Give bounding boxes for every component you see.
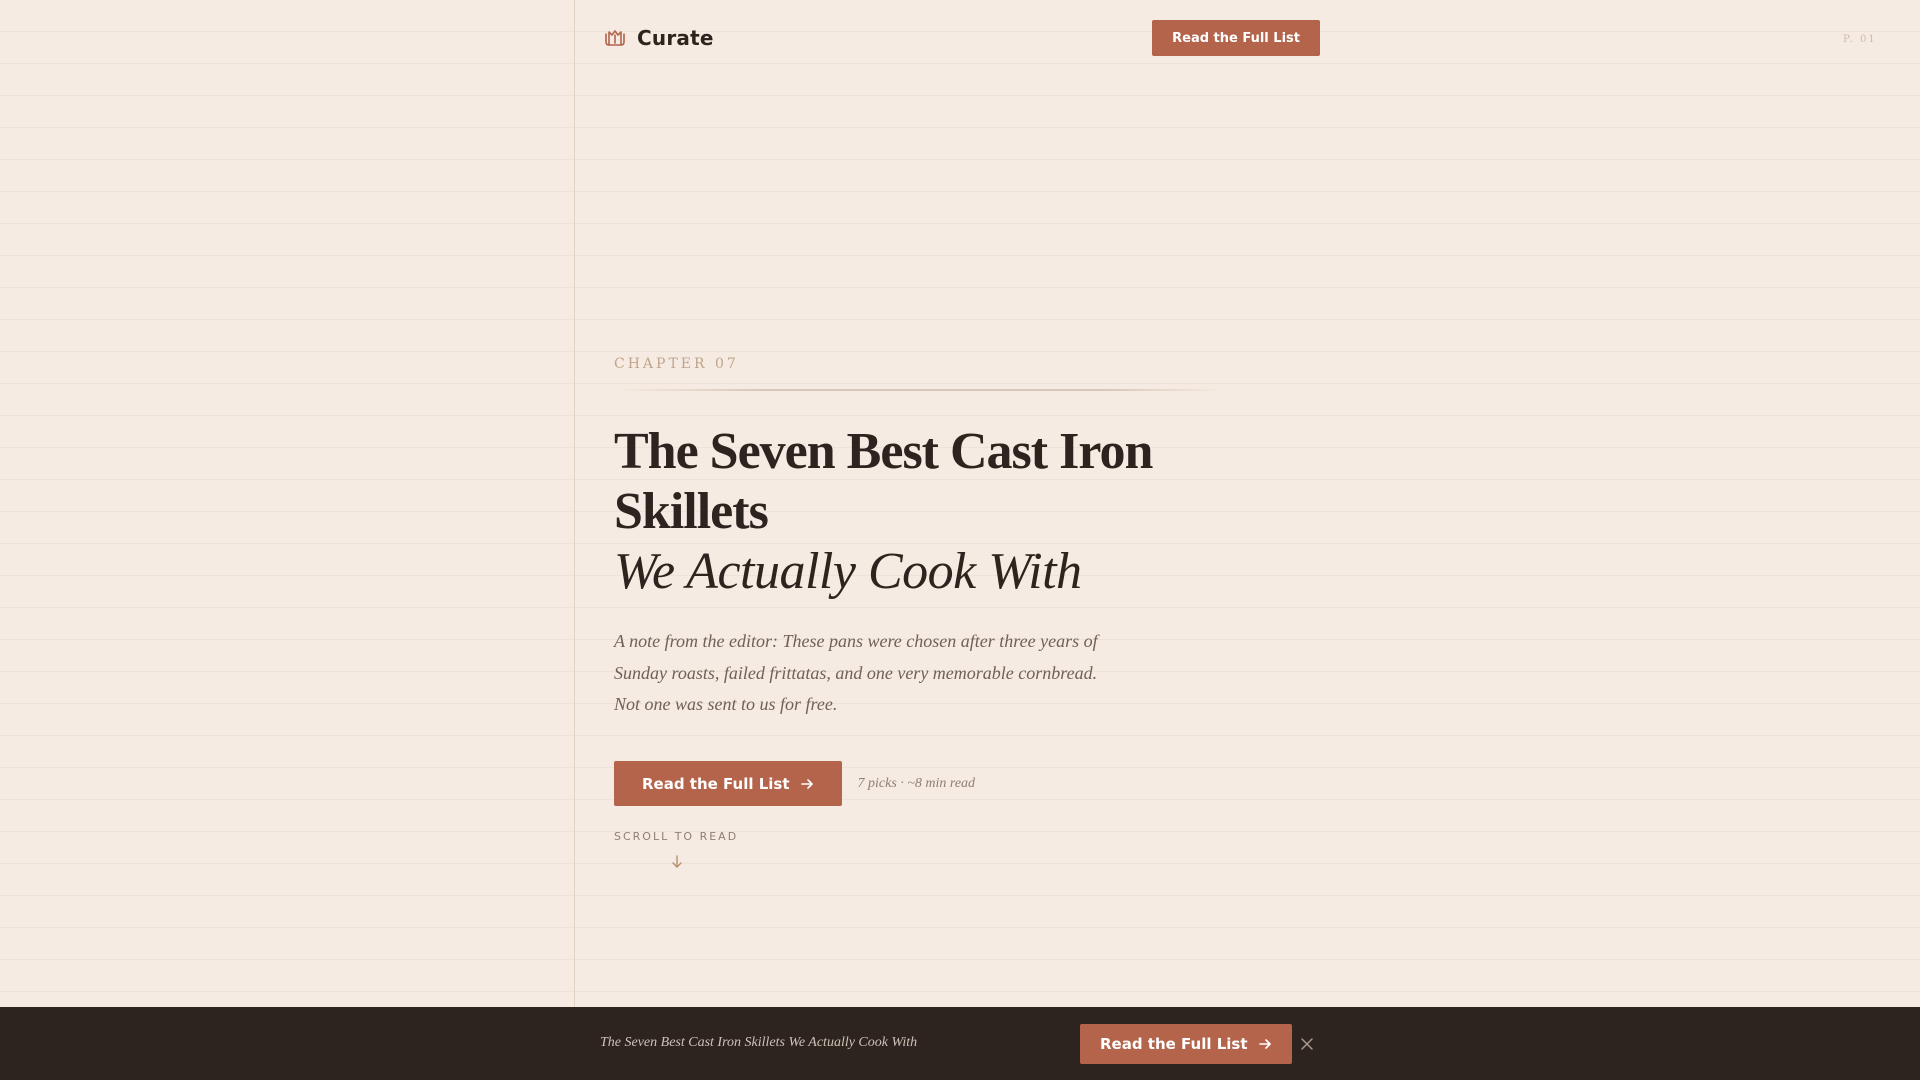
title-line-2: Skillets	[614, 483, 769, 540]
arrow-right-icon	[1258, 1039, 1271, 1049]
site-header: Curate Read the Full List	[603, 20, 1320, 56]
header-read-list-button[interactable]: Read the Full List	[1152, 20, 1320, 56]
read-full-list-label: Read the Full List	[642, 774, 790, 793]
margin-rule	[574, 0, 575, 1007]
arrow-down-icon	[672, 855, 682, 868]
close-icon	[1301, 1038, 1313, 1050]
page-title: The Seven Best Cast Iron Skillets We Act…	[614, 422, 1234, 602]
scroll-hint[interactable]: SCROLL TO READ	[614, 830, 744, 869]
chapter-divider	[614, 389, 1224, 391]
read-full-list-button[interactable]: Read the Full List	[614, 761, 842, 806]
chapter-label: CHAPTER 07	[614, 356, 739, 372]
close-sticky-bar-button[interactable]	[1298, 1035, 1316, 1053]
editor-note: A note from the editor: These pans were …	[614, 631, 1098, 714]
page-marker: P. 01	[1843, 34, 1877, 45]
title-subline: We Actually Cook With	[614, 543, 1082, 600]
sticky-bar-title: The Seven Best Cast Iron Skillets We Act…	[600, 1035, 918, 1050]
brand[interactable]: Curate	[603, 26, 714, 50]
hero: CHAPTER 07 The Seven Best Cast Iron Skil…	[614, 356, 1234, 868]
reading-meta: 7 picks · ~8 min read	[857, 775, 976, 791]
brand-name: Curate	[637, 26, 714, 50]
sticky-cta-bar: The Seven Best Cast Iron Skillets We Act…	[0, 1007, 1920, 1080]
crown-icon	[605, 30, 625, 46]
sticky-read-list-label: Read the Full List	[1100, 1035, 1248, 1053]
title-line-1: The Seven Best Cast Iron	[614, 423, 1153, 480]
scroll-label: SCROLL TO READ	[614, 830, 739, 843]
sticky-read-list-button[interactable]: Read the Full List	[1080, 1024, 1292, 1064]
cta-row: Read the Full List 7 picks · ~8 min read	[614, 761, 975, 806]
arrow-right-icon	[800, 778, 813, 789]
